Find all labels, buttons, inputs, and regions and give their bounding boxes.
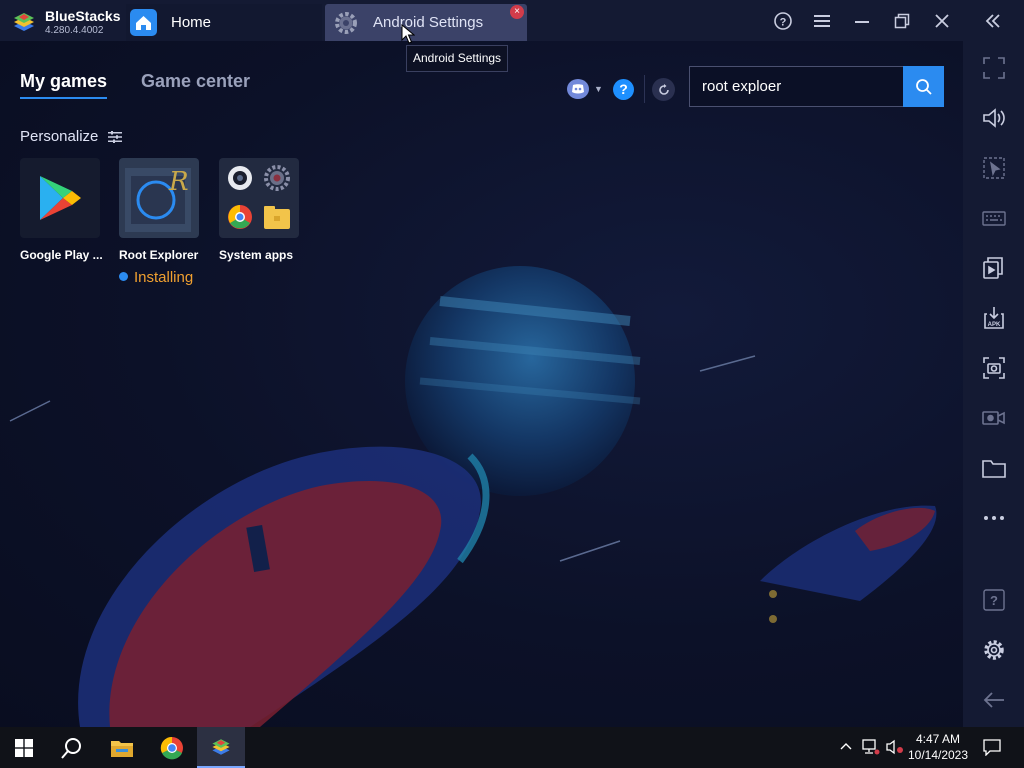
cursor-lock-icon[interactable] — [981, 155, 1007, 181]
folder-icon[interactable] — [981, 455, 1007, 481]
close-icon[interactable] — [929, 8, 955, 34]
root-explorer-icon: R — [119, 158, 199, 238]
sliders-icon[interactable] — [108, 131, 122, 143]
app-system-apps[interactable]: System apps — [219, 158, 303, 262]
volume-icon[interactable] — [981, 105, 1007, 131]
right-sidebar: APK ? — [963, 41, 1024, 727]
tab-my-games[interactable]: My games — [20, 71, 108, 99]
install-apk-icon[interactable]: APK — [981, 305, 1007, 331]
app-brand: BlueStacks 4.280.4.4002 — [8, 4, 126, 38]
toolbar-divider — [644, 75, 645, 103]
tooltip: Android Settings — [406, 45, 509, 72]
system-clock[interactable]: 4:47 AM 10/14/2023 — [905, 731, 971, 763]
windows-start-icon[interactable] — [0, 727, 48, 768]
svg-text:R: R — [168, 167, 189, 197]
svg-text:APK: APK — [988, 322, 1001, 328]
status-dot — [119, 272, 128, 281]
svg-text:?: ? — [780, 17, 787, 29]
tab-android-settings-label: Android Settings — [373, 14, 484, 31]
search-box — [689, 66, 944, 107]
chevron-up-icon[interactable] — [840, 742, 852, 750]
bluestacks-taskbar-icon[interactable] — [197, 727, 245, 768]
multi-instance-icon[interactable] — [981, 255, 1007, 281]
app-name: BlueStacks — [45, 8, 121, 24]
personalize-label[interactable]: Personalize — [20, 128, 98, 145]
back-icon[interactable] — [981, 687, 1007, 713]
clock-time: 4:47 AM — [915, 732, 961, 746]
install-status: Installing — [119, 269, 193, 286]
chrome-icon[interactable] — [148, 727, 196, 768]
tab-home-label: Home — [171, 14, 212, 31]
system-apps-folder-icon — [219, 158, 299, 238]
screenshot-icon[interactable] — [981, 355, 1007, 381]
space-wallpaper — [9, 266, 937, 727]
more-icon[interactable] — [981, 505, 1007, 531]
app-root-explorer[interactable]: R Root Explorer — [119, 158, 203, 262]
tab-android-settings[interactable]: Android Settings × — [325, 4, 527, 41]
file-explorer-icon[interactable] — [98, 727, 146, 768]
search-input[interactable] — [690, 67, 904, 106]
windows-taskbar: 4:47 AM 10/14/2023 — [0, 727, 1024, 768]
svg-text:?: ? — [990, 593, 998, 608]
app-name: Google Play ... — [20, 248, 103, 262]
collapse-sidebar-icon[interactable] — [980, 8, 1006, 34]
app-name: System apps — [219, 248, 294, 262]
help-icon[interactable]: ? — [981, 587, 1007, 613]
speaker-muted-icon[interactable] — [886, 739, 904, 755]
app-name: Root Explorer — [119, 248, 199, 262]
discord-dropdown-icon[interactable]: ▼ — [594, 84, 603, 94]
keyboard-icon[interactable] — [981, 205, 1007, 231]
gear-icon — [335, 12, 357, 34]
menu-icon[interactable] — [809, 8, 835, 34]
tab-home[interactable]: Home — [126, 4, 322, 41]
refresh-icon[interactable] — [652, 78, 675, 101]
fullscreen-icon[interactable] — [981, 55, 1007, 81]
mouse-pointer-icon — [401, 24, 415, 44]
home-content: My games Game center ▼ ? Personalize Goo… — [0, 41, 963, 727]
app-google-play[interactable]: Google Play ... — [20, 158, 104, 262]
help-badge[interactable]: ? — [613, 79, 634, 100]
tab-game-center[interactable]: Game center — [141, 71, 250, 92]
install-status-label: Installing — [134, 269, 194, 286]
settings-icon[interactable] — [981, 637, 1007, 663]
help-icon[interactable]: ? — [770, 8, 796, 34]
record-icon[interactable] — [981, 405, 1007, 431]
minimize-icon[interactable] — [849, 8, 875, 34]
taskbar-search-icon[interactable] — [48, 727, 96, 768]
title-bar: BlueStacks 4.280.4.4002 Home Android Set… — [0, 0, 1024, 41]
home-icon — [130, 9, 157, 36]
clock-date: 10/14/2023 — [907, 748, 969, 762]
restore-icon[interactable] — [889, 8, 915, 34]
network-icon[interactable] — [862, 739, 880, 755]
notification-icon[interactable] — [983, 739, 1001, 756]
google-play-icon — [20, 158, 100, 238]
discord-icon[interactable] — [567, 79, 589, 99]
app-version: 4.280.4.4002 — [45, 25, 104, 36]
tab-close-icon[interactable]: × — [510, 5, 524, 19]
bluestacks-logo-icon — [14, 13, 34, 31]
search-icon[interactable] — [903, 66, 944, 107]
